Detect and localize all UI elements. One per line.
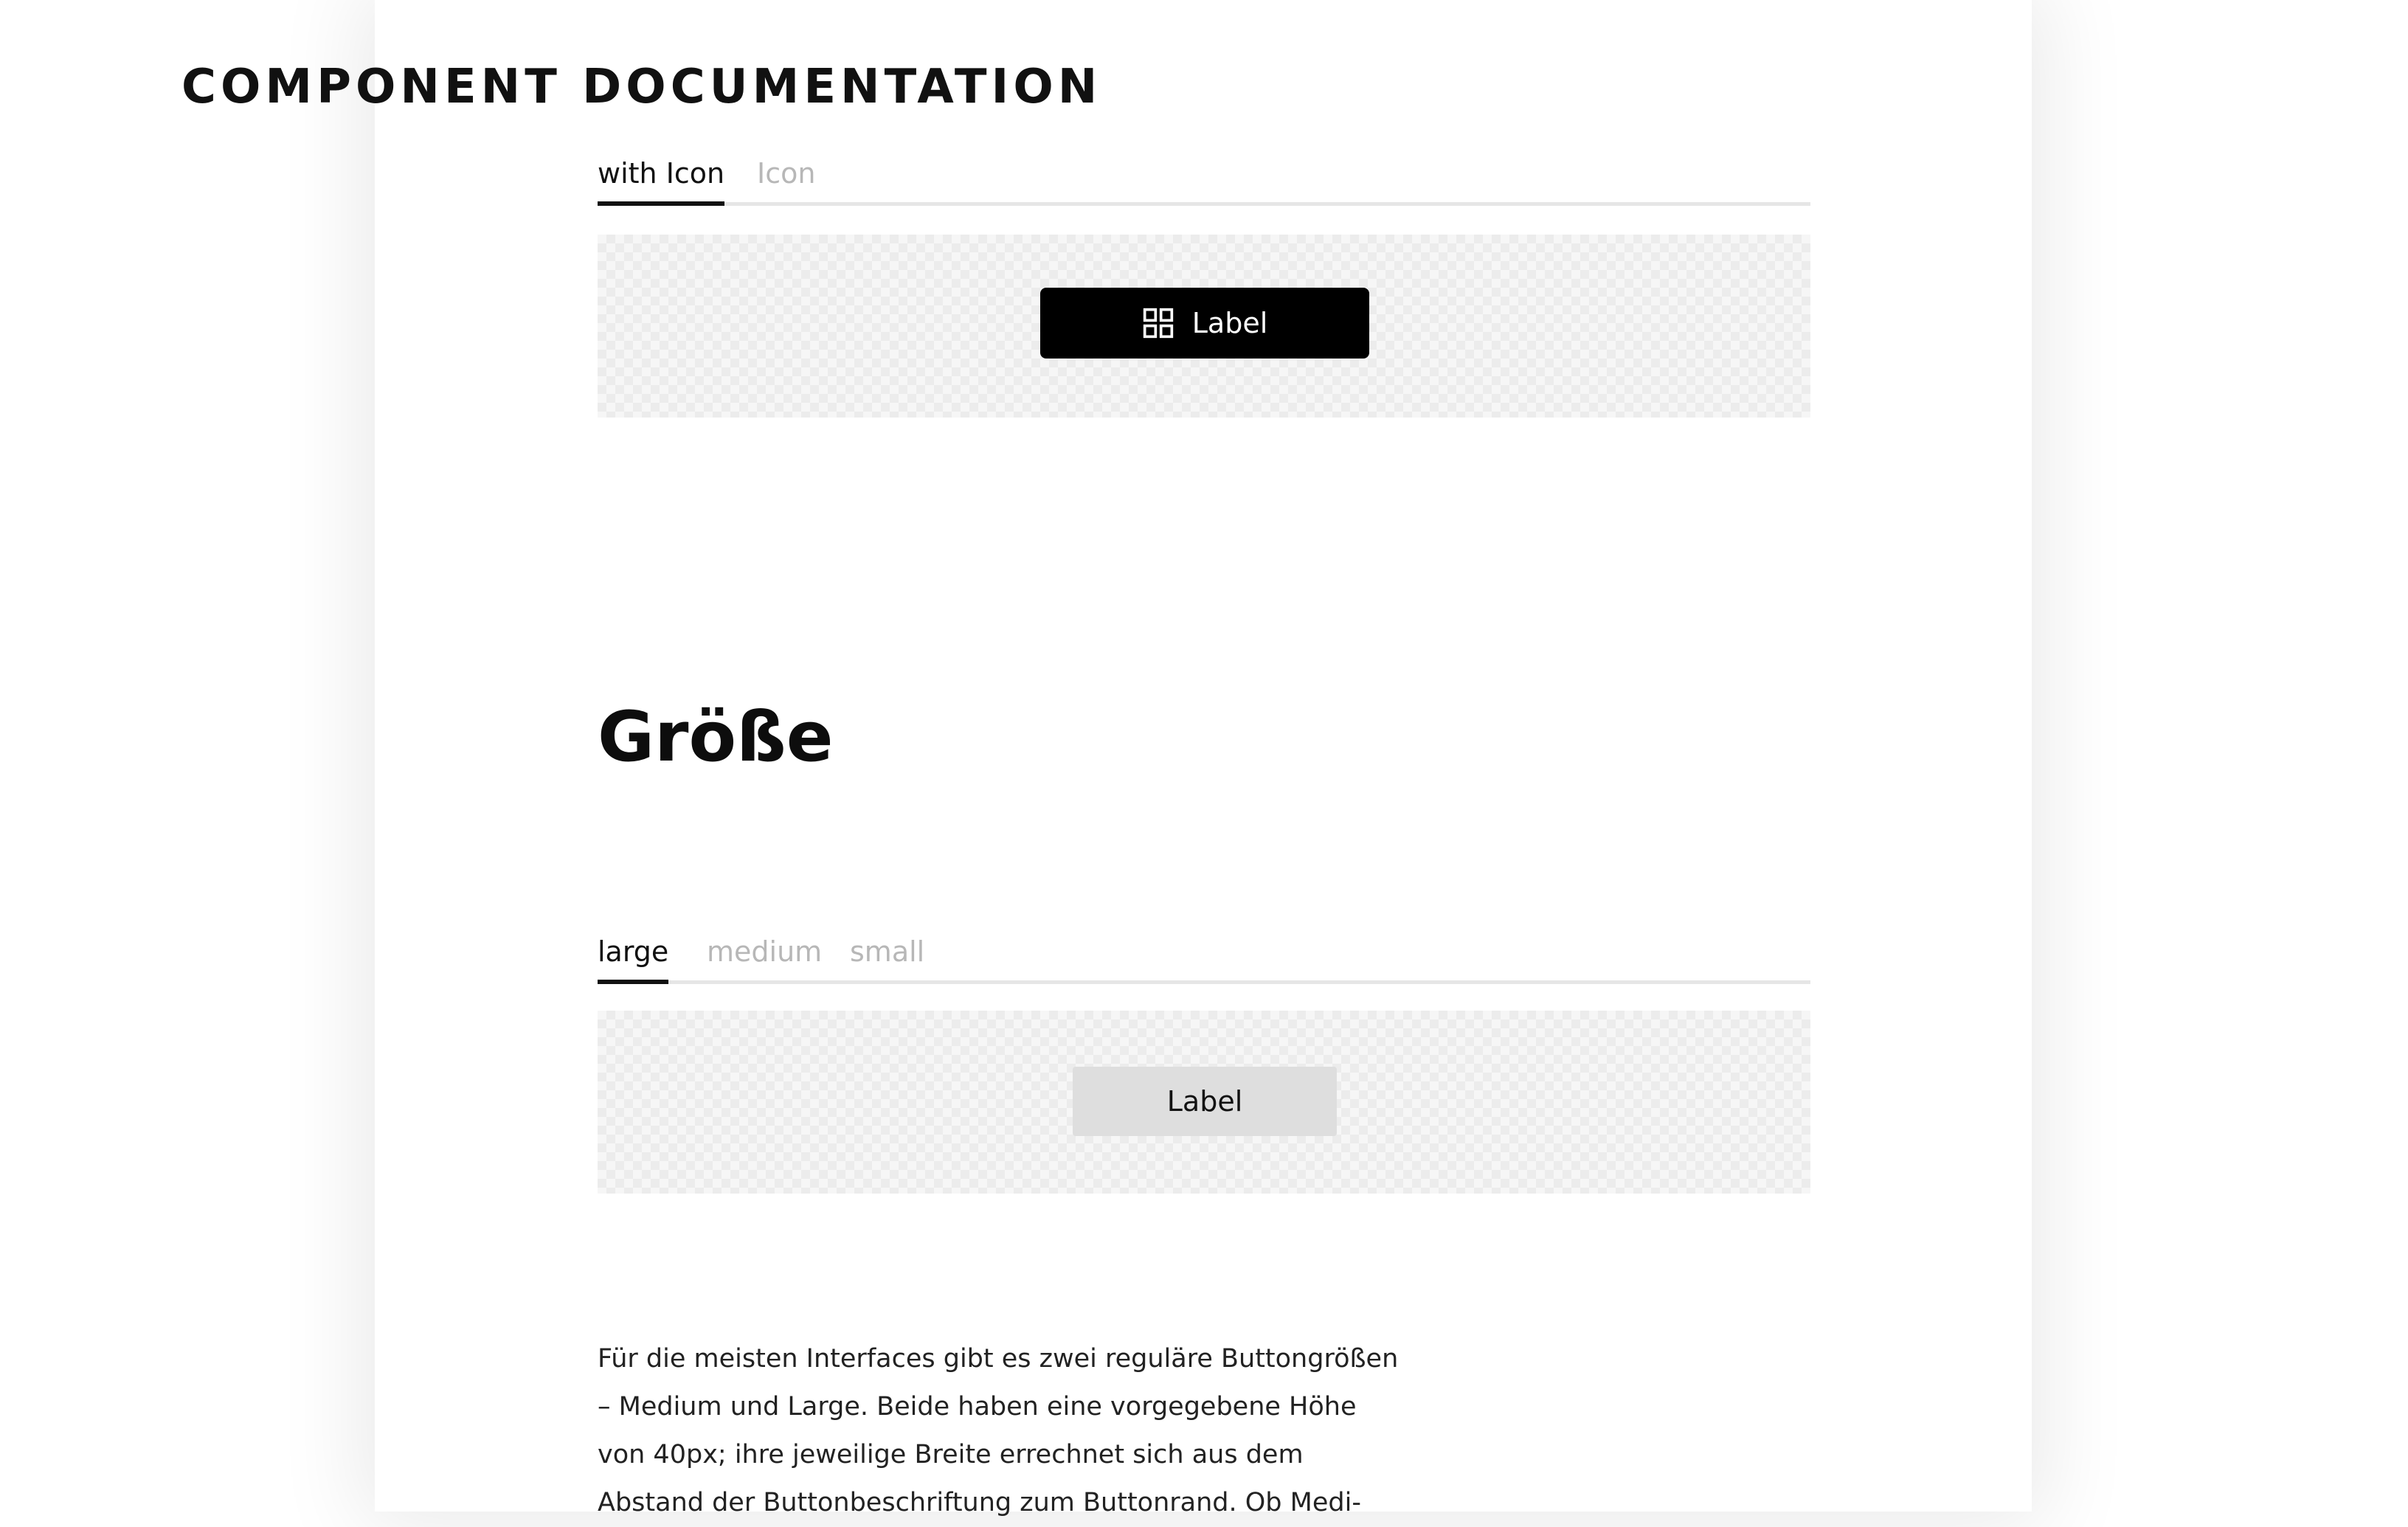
tab-small[interactable]: small <box>850 923 924 980</box>
label-button-large[interactable]: Label <box>1073 1067 1337 1136</box>
tab-medium[interactable]: medium <box>707 923 822 980</box>
size-preview-area: Label <box>598 1011 1810 1194</box>
size-tab-bar: large medium small <box>598 923 1810 984</box>
tab-icon[interactable]: Icon <box>757 145 815 202</box>
size-description: Für die meisten Interfaces gibt es zwei … <box>598 1344 1399 1517</box>
section-heading-size: Größe <box>598 697 834 778</box>
grid-icon <box>1143 308 1173 339</box>
button-label: Label <box>1191 307 1268 339</box>
tab-with-icon[interactable]: with Icon <box>598 145 725 206</box>
tab-large[interactable]: large <box>598 923 669 984</box>
variant-tab-bar: with Icon Icon <box>598 145 1810 206</box>
label-button-with-icon[interactable]: Label <box>1040 288 1369 359</box>
page-title: COMPONENT DOCUMENTATION <box>181 60 1102 114</box>
variant-preview-area: Label <box>598 235 1810 418</box>
